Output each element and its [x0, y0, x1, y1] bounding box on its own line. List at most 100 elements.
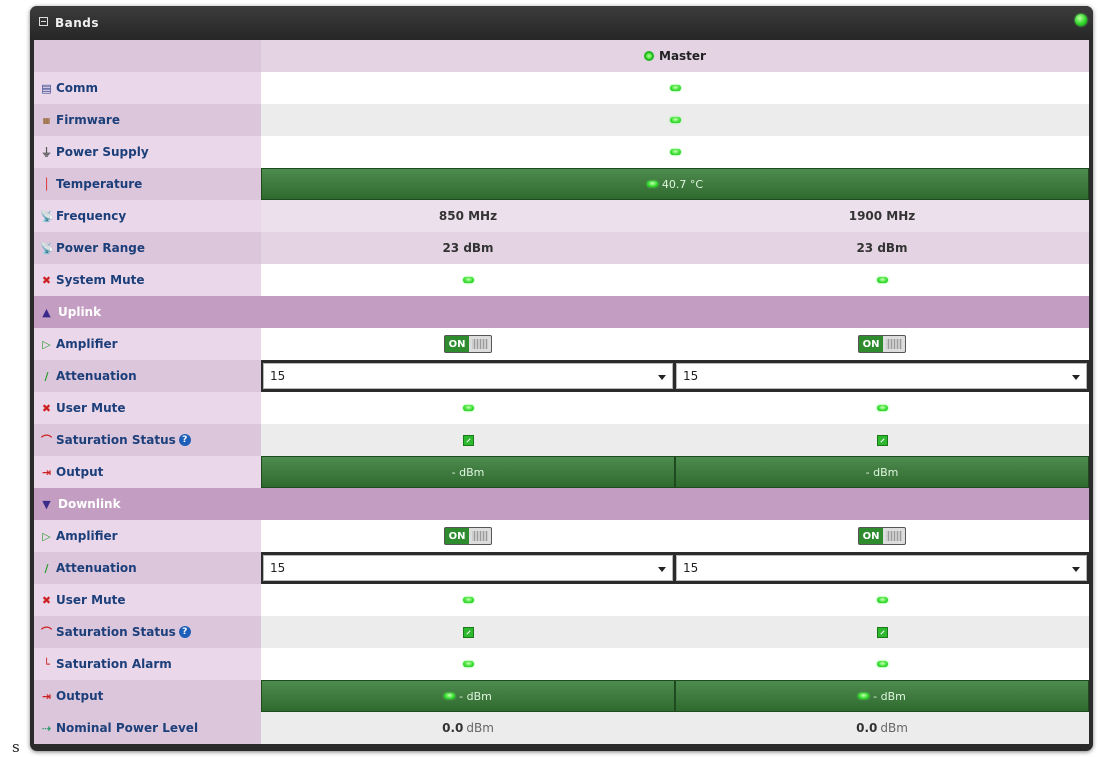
help-icon[interactable]: ?	[178, 434, 191, 446]
uplink-user-mute-label: User Mute	[56, 401, 126, 415]
system-mute-label: System Mute	[56, 273, 145, 287]
downlink-output-bar-2: - dBm	[675, 680, 1089, 712]
uplink-amplifier-row: ▷ Amplifier ON ON	[34, 328, 1089, 360]
uplink-saturation-status-label-cell: ⌒ Saturation Status ?	[34, 424, 261, 456]
output-value: - dBm	[459, 689, 492, 703]
user-mute-led-icon[interactable]	[462, 597, 474, 603]
uplink-amplifier-toggle-1[interactable]: ON	[444, 335, 492, 353]
chevron-down-icon	[1072, 375, 1080, 380]
saturation-ok-icon	[876, 434, 888, 446]
output-led-icon	[858, 693, 870, 699]
help-icon[interactable]: ?	[178, 626, 191, 638]
mute-icon: ✖	[41, 273, 52, 287]
output-value: - dBm	[451, 465, 485, 479]
downlink-saturation-alarm-band2	[675, 648, 1089, 680]
uplink-title: Uplink	[58, 305, 102, 319]
saturation-alarm-led-icon	[462, 661, 474, 667]
toggle-on-label: ON	[859, 528, 883, 544]
uplink-attenuation-select-1[interactable]: 15	[263, 363, 673, 389]
uplink-attenuation-row: ∕ Attenuation 15 15	[34, 360, 1089, 392]
toggle-on-label: ON	[859, 336, 883, 352]
saturation-ok-icon	[462, 434, 474, 446]
power-supply-label-cell: ⏚ Power Supply	[34, 136, 261, 168]
downlink-output-row: ⇥ Output - dBm - dBm	[34, 680, 1089, 712]
downlink-amplifier-toggle-2[interactable]: ON	[858, 527, 906, 545]
uplink-output-label-cell: ⇥ Output	[34, 456, 261, 488]
downlink-user-mute-row: ✖ User Mute	[34, 584, 1089, 616]
downlink-attenuation-select-1[interactable]: 15	[263, 555, 673, 581]
saturation-ok-icon	[462, 626, 474, 638]
downlink-section-header: ▼ Downlink	[34, 488, 1089, 520]
frequency-label: Frequency	[56, 209, 127, 223]
downlink-amplifier-band1: ON	[261, 520, 675, 552]
uplink-attenuation-label: Attenuation	[56, 369, 137, 383]
downlink-saturation-alarm-band1	[261, 648, 675, 680]
temperature-value: 40.7 °C	[661, 177, 704, 191]
master-label-cell	[34, 40, 261, 72]
uplink-attenuation-select-2[interactable]: 15	[676, 363, 1087, 389]
panel-title: Bands	[55, 16, 100, 30]
bands-table: Master ▤ Comm ▦ Firmware ⏚ Power Supply	[34, 40, 1089, 744]
firmware-led-icon	[669, 117, 681, 123]
output-value: - dBm	[865, 465, 899, 479]
downlink-attenuation-select-2[interactable]: 15	[676, 555, 1087, 581]
system-mute-band1	[261, 264, 675, 296]
nominal-value: 0.0	[856, 721, 878, 735]
uplink-saturation-band1	[261, 424, 675, 456]
thermometer-icon: │	[43, 177, 50, 191]
downlink-amplifier-toggle-1[interactable]: ON	[444, 527, 492, 545]
power-supply-row: ⏚ Power Supply	[34, 136, 1089, 168]
downlink-saturation-band2	[675, 616, 1089, 648]
comm-label-cell: ▤ Comm	[34, 72, 261, 104]
comm-icon: ▤	[41, 81, 52, 95]
master-led-icon	[644, 51, 654, 61]
uplink-user-mute-band2	[675, 392, 1089, 424]
select-value: 15	[270, 561, 286, 575]
output-icon: ⇥	[41, 465, 52, 479]
saturation-ok-icon	[876, 626, 888, 638]
bands-panel: Bands Master ▤ Comm ▦ Firmware ⏚ Power S…	[30, 6, 1093, 751]
saturation-curve-icon: ⌒	[41, 625, 52, 639]
saturation-alarm-led-icon	[876, 661, 888, 667]
frequency-band2: 1900 MHz	[675, 200, 1089, 232]
output-led-icon	[444, 693, 456, 699]
nominal-value: 0.0	[442, 721, 464, 735]
power-supply-label: Power Supply	[56, 145, 149, 159]
firmware-label: Firmware	[56, 113, 120, 127]
power-range-label: Power Range	[56, 241, 145, 255]
user-mute-led-icon[interactable]	[876, 405, 888, 411]
system-mute-label-cell: ✖ System Mute	[34, 264, 261, 296]
user-mute-led-icon[interactable]	[876, 597, 888, 603]
downlink-title: Downlink	[58, 497, 121, 511]
collapse-icon[interactable]	[39, 17, 48, 26]
amplifier-icon: ▷	[42, 529, 51, 543]
comm-status-cell	[261, 72, 1089, 104]
frequency-label-cell: 📡 Frequency	[34, 200, 261, 232]
downlink-amplifier-band2: ON	[675, 520, 1089, 552]
power-range-band2: 23 dBm	[675, 232, 1089, 264]
stray-character: s	[12, 738, 20, 756]
system-mute-row: ✖ System Mute	[34, 264, 1089, 296]
temperature-led-icon	[646, 181, 658, 187]
saturation-curve-icon: ⌒	[41, 433, 52, 447]
amplifier-icon: ▷	[42, 337, 51, 351]
nominal-power-label: Nominal Power Level	[56, 721, 199, 735]
mute-icon: ✖	[41, 401, 52, 415]
downlink-saturation-alarm-row: └ Saturation Alarm	[34, 648, 1089, 680]
uplink-attenuation-label-cell: ∕ Attenuation	[34, 360, 261, 392]
downlink-saturation-status-label: Saturation Status	[56, 625, 176, 639]
comm-row: ▤ Comm	[34, 72, 1089, 104]
uplink-saturation-band2	[675, 424, 1089, 456]
uplink-user-mute-band1	[261, 392, 675, 424]
frequency-row: 📡 Frequency 850 MHz 1900 MHz	[34, 200, 1089, 232]
output-value: - dBm	[873, 689, 906, 703]
uplink-amplifier-toggle-2[interactable]: ON	[858, 335, 906, 353]
downlink-user-mute-label: User Mute	[56, 593, 126, 607]
user-mute-led-icon[interactable]	[462, 405, 474, 411]
chevron-down-icon	[1072, 567, 1080, 572]
uplink-saturation-status-label: Saturation Status	[56, 433, 176, 447]
downlink-attenuation-label-cell: ∕ Attenuation	[34, 552, 261, 584]
uplink-amplifier-band1: ON	[261, 328, 675, 360]
power-range-row: 📡 Power Range 23 dBm 23 dBm	[34, 232, 1089, 264]
downlink-output-bar-1: - dBm	[261, 680, 675, 712]
